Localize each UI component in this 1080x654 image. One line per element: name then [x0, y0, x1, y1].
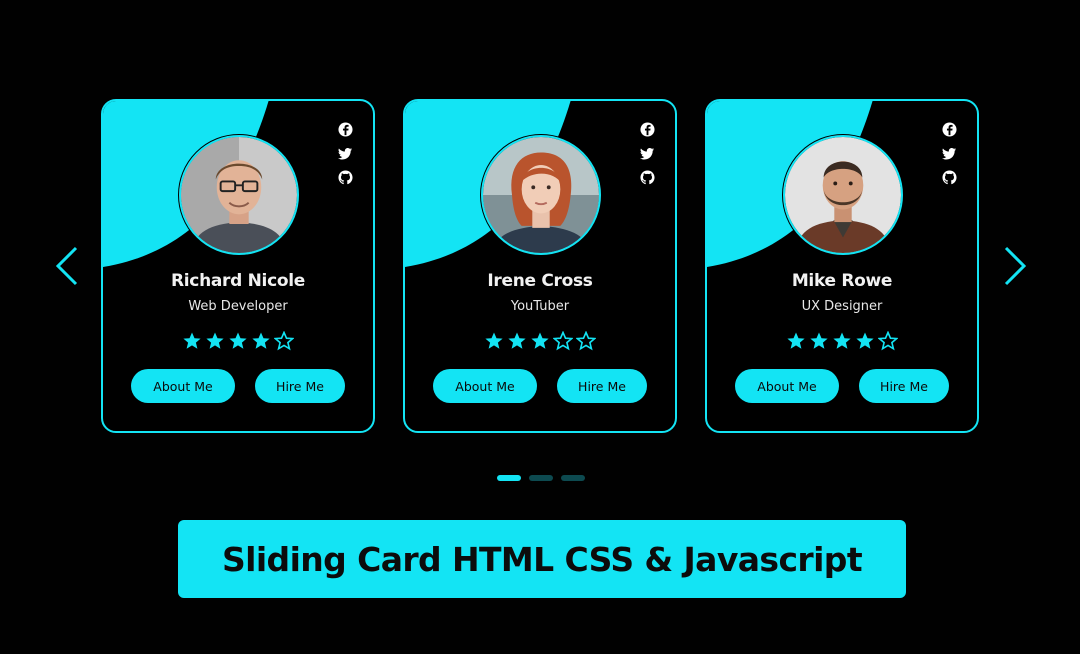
profile-card: Irene Cross YouTuber About Me Hire Me [403, 99, 677, 433]
card-role: YouTuber [510, 299, 570, 314]
slider-stage: Richard Nicole Web Developer About Me Hi… [0, 0, 1080, 654]
star-filled-icon [507, 331, 527, 351]
avatar [782, 134, 904, 256]
chevron-left-icon [55, 246, 78, 286]
twitter-icon[interactable] [639, 145, 656, 162]
social-links [639, 121, 656, 186]
card-name: Richard Nicole [170, 271, 305, 291]
title-banner: Sliding Card HTML CSS & Javascript [178, 520, 906, 598]
facebook-icon[interactable] [941, 121, 958, 138]
star-rating [103, 331, 373, 351]
hire-me-button[interactable]: Hire Me [255, 369, 345, 403]
social-links [337, 121, 354, 186]
avatar [178, 134, 300, 256]
profile-photo [785, 137, 901, 253]
social-links [941, 121, 958, 186]
facebook-icon[interactable] [337, 121, 354, 138]
star-outline-icon [553, 331, 573, 351]
star-filled-icon [855, 331, 875, 351]
pagination-dot[interactable] [529, 475, 553, 481]
banner-title: Sliding Card HTML CSS & Javascript [221, 539, 863, 579]
star-filled-icon [786, 331, 806, 351]
profile-photo [483, 137, 599, 253]
profile-card: Mike Rowe UX Designer About Me Hire Me [705, 99, 979, 433]
star-rating [405, 331, 675, 351]
star-filled-icon [205, 331, 225, 351]
github-icon[interactable] [941, 169, 958, 186]
card-role: UX Designer [801, 299, 883, 314]
pagination-dot[interactable] [561, 475, 585, 481]
star-filled-icon [228, 331, 248, 351]
star-filled-icon [182, 331, 202, 351]
star-filled-icon [809, 331, 829, 351]
pagination-dots [497, 475, 585, 481]
star-filled-icon [484, 331, 504, 351]
star-filled-icon [251, 331, 271, 351]
star-filled-icon [530, 331, 550, 351]
hire-me-button[interactable]: Hire Me [557, 369, 647, 403]
twitter-icon[interactable] [941, 145, 958, 162]
github-icon[interactable] [639, 169, 656, 186]
avatar [480, 134, 602, 256]
card-name: Mike Rowe [791, 271, 893, 291]
profile-photo [181, 137, 297, 253]
card-name: Irene Cross [487, 271, 593, 291]
twitter-icon[interactable] [337, 145, 354, 162]
about-me-button[interactable]: About Me [735, 369, 839, 403]
next-slide-button[interactable] [998, 246, 1032, 286]
about-me-button[interactable]: About Me [433, 369, 537, 403]
star-outline-icon [274, 331, 294, 351]
profile-card: Richard Nicole Web Developer About Me Hi… [101, 99, 375, 433]
github-icon[interactable] [337, 169, 354, 186]
star-filled-icon [832, 331, 852, 351]
about-me-button[interactable]: About Me [131, 369, 235, 403]
prev-slide-button[interactable] [50, 246, 84, 286]
star-outline-icon [576, 331, 596, 351]
card-role: Web Developer [188, 299, 288, 314]
star-outline-icon [878, 331, 898, 351]
chevron-right-icon [1004, 246, 1027, 286]
pagination-dot[interactable] [497, 475, 521, 481]
facebook-icon[interactable] [639, 121, 656, 138]
hire-me-button[interactable]: Hire Me [859, 369, 949, 403]
star-rating [707, 331, 977, 351]
